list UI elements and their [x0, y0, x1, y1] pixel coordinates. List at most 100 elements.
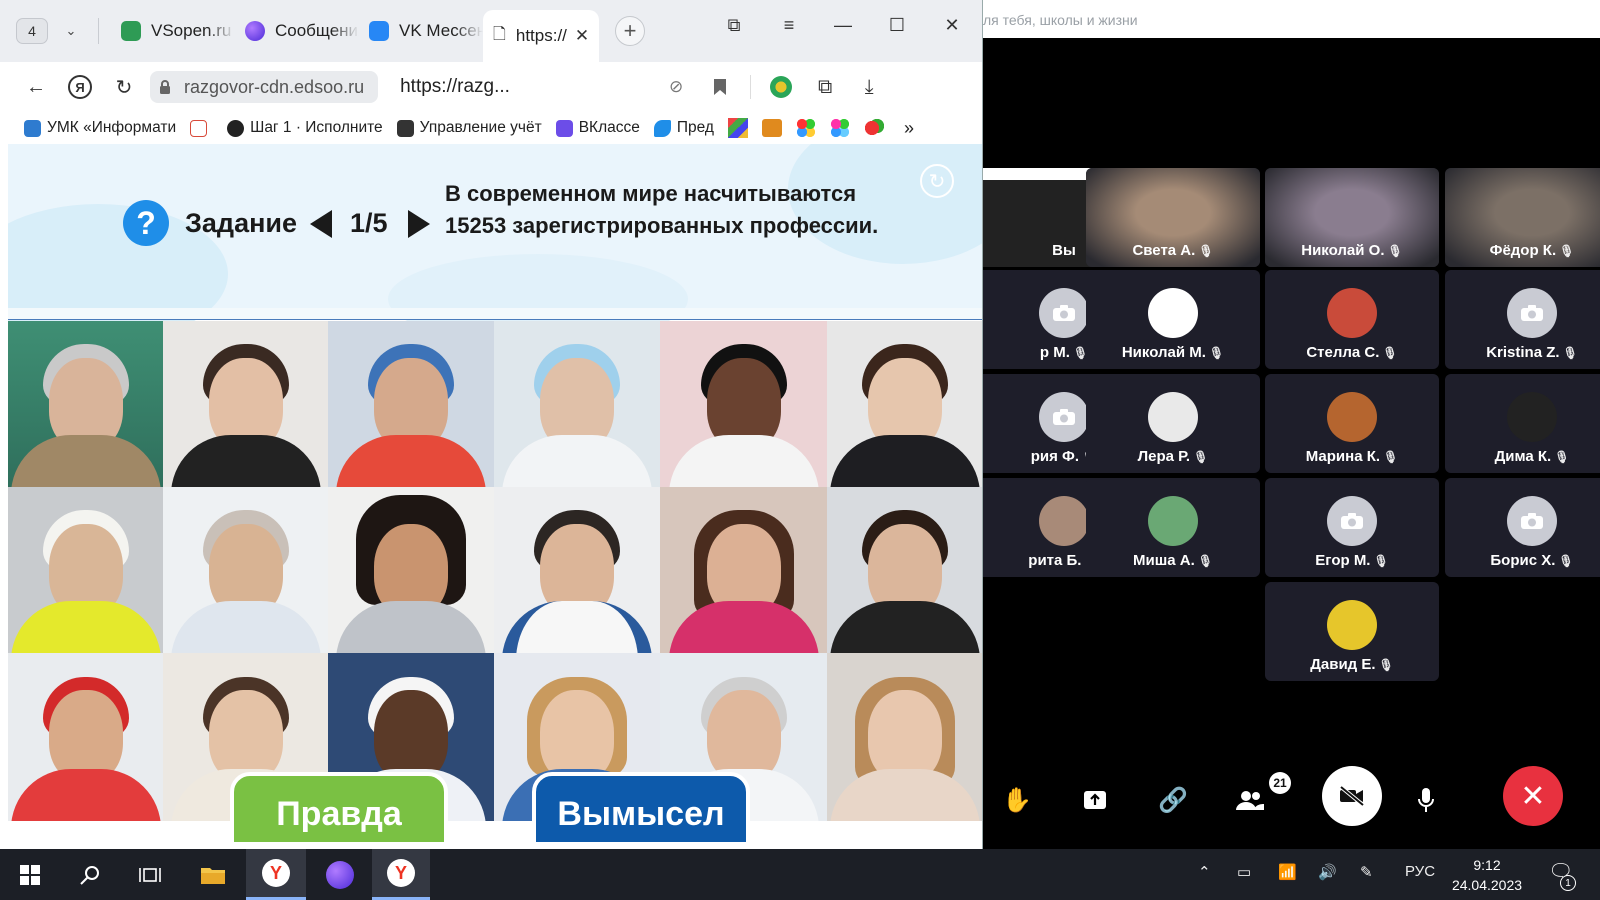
screen: 4 ⌄ VSopen.ru Сообщения VK Мессенджер 🗋 …	[0, 0, 1600, 900]
yandex-browser-taskbar-icon[interactable]: Y	[372, 849, 430, 900]
participant-tile[interactable]: Егор М. 🎙	[1265, 478, 1439, 577]
raise-hand-icon[interactable]: ✋	[997, 780, 1037, 820]
language-indicator[interactable]: РУС	[1405, 863, 1435, 880]
participant-name-text: Николай О.	[1301, 242, 1385, 259]
tab-messages[interactable]: Сообщения	[235, 9, 359, 53]
bookmark-vklasse[interactable]: ВКлассе	[555, 119, 640, 137]
participant-name: Света А. 🎙	[1086, 242, 1260, 259]
battery-icon[interactable]: ▭	[1237, 863, 1251, 881]
minimize-button[interactable]: —	[828, 10, 858, 40]
camera-off-button[interactable]	[1322, 766, 1382, 826]
participant-tile[interactable]: Фёдор К. 🎙	[1445, 168, 1600, 267]
app-icon[interactable]	[727, 118, 748, 138]
bookmark-management[interactable]: Управление учёт	[396, 119, 542, 137]
close-icon[interactable]: ✕	[575, 26, 589, 46]
mic-muted-icon: 🎙	[1193, 450, 1209, 464]
participant-tile[interactable]: Лера Р. 🎙	[1086, 374, 1260, 473]
participant-tile[interactable]: Борис Х. 🎙	[1445, 478, 1600, 577]
participants-icon[interactable]	[1230, 780, 1270, 820]
address-domain[interactable]: razgovor-cdn.edsoo.ru	[180, 71, 379, 103]
yandex-browser-taskbar-icon[interactable]: Y	[246, 849, 306, 900]
participants-count-badge: 21	[1269, 772, 1291, 794]
camera-icon	[1507, 496, 1557, 546]
menu-icon[interactable]: ≡	[774, 10, 804, 40]
bookmark-icon[interactable]	[698, 65, 742, 109]
chevron-up-icon[interactable]: ⌃	[1198, 863, 1211, 881]
true-button[interactable]: Правда	[230, 772, 448, 846]
collections-icon[interactable]: ⧉	[803, 65, 847, 109]
photo-office-man	[660, 321, 827, 487]
windows-taskbar: Y Y ⌃ ▭ 📶 🔊 ✎ РУС 9:12 24.04.2023 🗨 1	[0, 849, 1600, 900]
app-icon[interactable]	[863, 118, 884, 138]
more-bookmarks-button[interactable]: »	[904, 118, 914, 139]
share-screen-icon[interactable]	[1075, 780, 1115, 820]
tab-vsopen[interactable]: VSopen.ru	[111, 9, 235, 53]
new-tab-button[interactable]: +	[615, 16, 645, 46]
participant-tile[interactable]: Kristina Z. 🎙	[1445, 270, 1600, 369]
close-window-button[interactable]: ✕	[937, 10, 967, 40]
tab-count-button[interactable]: 4	[16, 18, 48, 44]
chevron-down-icon[interactable]: ⌄	[56, 16, 86, 46]
participant-tile[interactable]: Стелла С. 🎙	[1265, 270, 1439, 369]
next-task-button[interactable]	[408, 210, 430, 238]
restart-icon[interactable]: ↻	[920, 164, 954, 198]
participant-tile[interactable]: Николай О. 🎙	[1265, 168, 1439, 267]
fiction-button[interactable]: Вымысел	[532, 772, 750, 846]
bookmark-pdf[interactable]	[190, 119, 213, 137]
task-view-icon[interactable]	[130, 849, 170, 900]
app-icon[interactable]	[829, 118, 850, 138]
app-icon[interactable]	[761, 119, 782, 137]
participant-name-text: Егор М.	[1315, 552, 1371, 569]
app-icon[interactable]	[795, 118, 816, 138]
bookmark-umk[interactable]: УМК «Информати	[24, 119, 176, 137]
participant-tile[interactable]: Николай М. 🎙	[1086, 270, 1260, 369]
task-label: Задание	[185, 208, 298, 238]
link-icon[interactable]: 🔗	[1153, 780, 1193, 820]
camera-icon	[1327, 496, 1377, 546]
pen-icon[interactable]: ✎	[1360, 863, 1373, 881]
participant-tile[interactable]: Дима К. 🎙	[1445, 374, 1600, 473]
mic-muted-icon: 🎙	[1558, 554, 1574, 568]
clock[interactable]: 9:12 24.04.2023	[1450, 855, 1524, 895]
yandex-icon[interactable]: Я	[58, 65, 102, 109]
download-icon[interactable]: ⤓	[847, 65, 891, 109]
tab-vk-messenger[interactable]: VK Мессенджер	[359, 9, 483, 53]
participant-tile[interactable]: Марина К. 🎙	[1265, 374, 1439, 473]
participant-name-text: рия Ф.	[1030, 448, 1080, 465]
lock-icon[interactable]	[150, 71, 180, 103]
photo-woman-blonde	[827, 653, 982, 821]
camera-icon	[1039, 288, 1089, 338]
mic-muted-icon: 🎙	[1562, 346, 1578, 360]
translate-icon[interactable]: ⊘	[654, 65, 698, 109]
photo-teacher	[8, 321, 163, 487]
participant-tile[interactable]: Миша А. 🎙	[1086, 478, 1260, 577]
participant-name-text: Борис Х.	[1490, 552, 1556, 569]
hang-up-button[interactable]: ✕	[1503, 766, 1563, 826]
tab-active[interactable]: 🗋 https:// ✕	[483, 10, 599, 62]
wifi-icon[interactable]: 📶	[1278, 863, 1297, 881]
bookmark-step1[interactable]: Шаг 1 · Исполните	[227, 119, 383, 137]
divider	[98, 18, 99, 44]
microphone-icon[interactable]	[1406, 780, 1446, 820]
file-explorer-icon[interactable]	[190, 849, 236, 900]
prev-task-button[interactable]	[310, 210, 332, 238]
bookmark-pred[interactable]: Пред	[653, 119, 714, 137]
camera-icon	[1507, 288, 1557, 338]
back-icon[interactable]: ←	[14, 65, 58, 109]
participant-name-text: Дима К.	[1494, 448, 1552, 465]
bookmark-list-icon[interactable]: ⧉	[719, 10, 749, 40]
search-icon[interactable]	[70, 849, 110, 900]
participant-tile[interactable]: Давид Е. 🎙	[1265, 582, 1439, 681]
participant-tile[interactable]: Света А. 🎙	[1086, 168, 1260, 267]
reload-icon[interactable]: ↻	[102, 65, 146, 109]
messenger-taskbar-icon[interactable]	[310, 849, 370, 900]
volume-icon[interactable]: 🔊	[1318, 863, 1337, 881]
participant-name-text: рита Б.	[1028, 552, 1082, 569]
participant-name-text: Лера Р.	[1137, 448, 1191, 465]
mic-muted-icon: 🎙	[1387, 244, 1403, 258]
maximize-button[interactable]: ☐	[882, 10, 912, 40]
windows-start-icon[interactable]	[10, 849, 50, 900]
address-url[interactable]: https://razg...	[400, 76, 650, 98]
page-title-fragment: ля тебя, школы и жизни	[983, 0, 1600, 38]
extension-icon[interactable]	[759, 65, 803, 109]
